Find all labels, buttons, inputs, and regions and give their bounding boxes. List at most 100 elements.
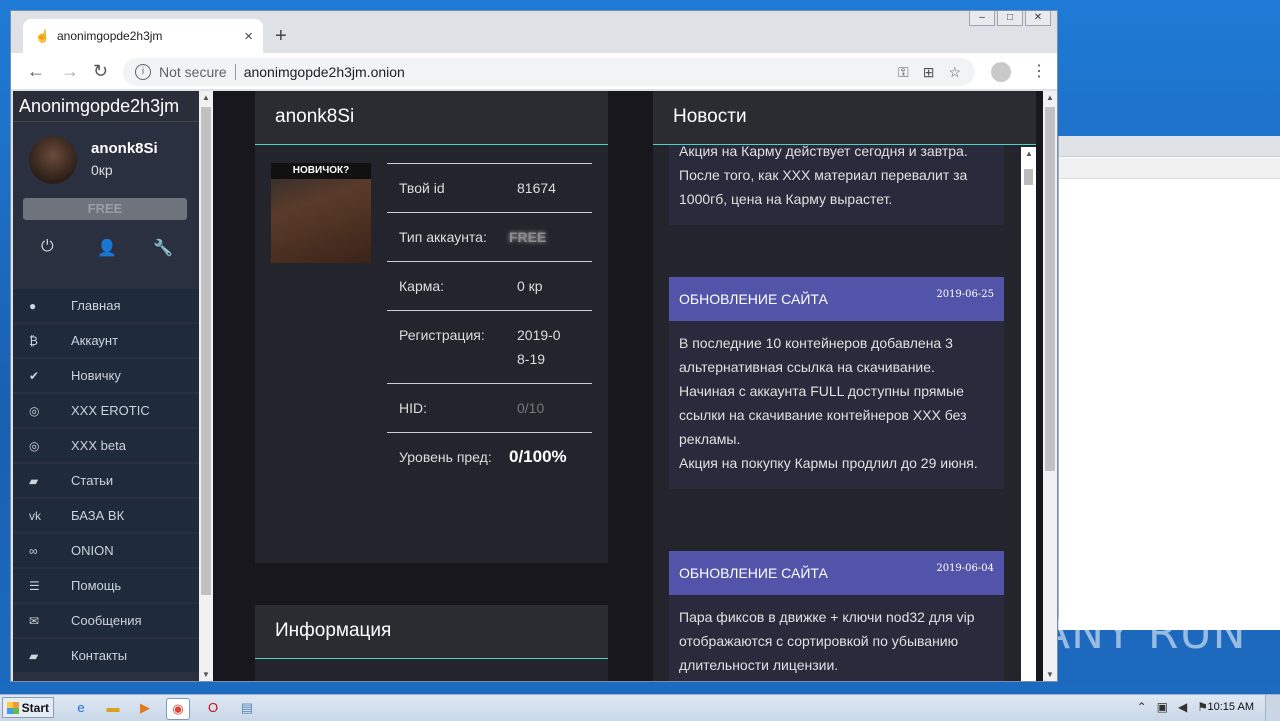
profile-info-table: Твой id 81674 Тип аккаунта: FREE Карма: 0 к… [387,163,592,481]
news-body: Пара фиксов в движке + ключи nod32 для v… [679,609,975,673]
sidebar-item-onion[interactable]: ∞ ONION [13,534,199,567]
news-date: 2019-06-25 [936,289,994,300]
profile-avatar-icon[interactable] [991,62,1011,82]
sidebar-item-articles[interactable]: ▰ Статьи [13,464,199,497]
info-key: Твой id [399,180,445,196]
info-value: 0 кр [517,278,543,294]
news-header: ОБНОВЛЕНИЕ САЙТА 2019-06-04 [669,551,1004,595]
page-viewport: Anonimgopde2h3jm anonk8Si 0кр FREE ⏻ 👤 🔧… [13,91,1045,681]
translate-icon[interactable]: ⊞ [923,64,935,81]
window-controls: – □ ✕ [969,11,1051,26]
profile-picture: НОВИЧОК? [271,163,371,263]
target-icon: ◎ [29,438,40,453]
notepad-icon[interactable]: ▤ [236,698,258,718]
scroll-up-icon[interactable]: ▲ [202,93,210,102]
info-value: 0/10 [517,400,545,416]
start-label: Start [21,701,49,715]
background-window-toolbar [1059,158,1280,179]
power-icon[interactable]: ⏻ [41,238,54,256]
sidebar-item-xxx-erotic[interactable]: ◎ XXX EROTIC [13,394,199,427]
site-name[interactable]: Anonimgopde2h3jm [13,91,199,122]
clock[interactable]: 10:15 AM [1208,701,1254,713]
menu-dots-icon[interactable]: ⋮ [1031,61,1047,81]
maximize-button[interactable]: □ [997,11,1023,26]
scroll-up-icon[interactable]: ▲ [1025,149,1033,158]
new-tab-button[interactable]: + [275,25,287,48]
flag-icon[interactable]: ⚑ [1197,700,1208,714]
url-text[interactable]: anonimgopde2h3jm.onion [244,64,898,80]
address-bar[interactable]: i Not secure anonimgopde2h3jm.onion ⚿ ⊞ … [123,58,975,86]
windows-logo-icon [7,702,19,714]
page-scrollbar[interactable]: ▲ ▼ [1043,91,1057,681]
user-icon[interactable]: 👤 [97,238,117,258]
browser-tab[interactable]: ☝ anonimgopde2h3jm × [23,19,263,53]
news-heading[interactable]: ОБНОВЛЕНИЕ САЙТА [679,565,828,581]
sidebar-item-messages[interactable]: ✉ Сообщения [13,604,199,637]
system-tray: ⌃ ▣ ◀ ⚑ [1137,700,1208,714]
wrench-icon[interactable]: 🔧 [153,238,173,258]
news-item: ОБНОВЛЕНИЕ САЙТА 2019-06-04 Пара фиксов … [669,551,1004,681]
scroll-down-icon[interactable]: ▼ [202,670,210,679]
sidebar-icon-row: ⏻ 👤 🔧 [13,222,199,282]
background-window-titlebar[interactable] [1059,136,1280,157]
news-scroll-thumb[interactable] [1024,169,1033,185]
address-separator [234,64,236,80]
sidebar-nav: ● Главная ₿ Аккаунт ✔ Новичку ◎ XXX EROTIC ◎… [13,289,199,674]
news-item: ОБНОВЛЕНИЕ САЙТА 2019-06-25 В последние … [669,277,1004,489]
network-icon[interactable]: ▣ [1157,700,1168,714]
sidebar-scroll-thumb[interactable] [201,107,211,595]
sidebar-item-label: Главная [71,298,121,313]
info-row-hid: HID: 0/10 [387,383,592,432]
watermark: ANY RUN [1040,608,1247,659]
key-icon[interactable]: ⚿ [898,64,909,81]
sidebar-item-xxx-beta[interactable]: ◎ XXX beta [13,429,199,462]
folder-icon[interactable]: ▬ [102,698,124,718]
show-desktop-button[interactable] [1265,695,1280,721]
volume-icon[interactable]: ◀ [1178,700,1187,714]
bookmark-star-icon[interactable]: ☆ [948,64,961,81]
sidebar-item-contacts[interactable]: ▰ Контакты [13,639,199,672]
back-arrow-icon[interactable]: ← [27,61,45,82]
minimize-button[interactable]: – [969,11,995,26]
scroll-down-icon[interactable]: ▼ [1046,670,1054,679]
sidebar-item-home[interactable]: ● Главная [13,289,199,322]
news-feed[interactable]: Акция на Карму действует сегодня и завтр… [653,145,1036,681]
sidebar-username: anonk8Si [91,140,158,157]
sidebar-item-newbie[interactable]: ✔ Новичку [13,359,199,392]
opera-icon[interactable]: O [202,698,224,718]
bitcoin-icon: ₿ [29,333,38,348]
chrome-icon[interactable]: ◉ [166,698,190,720]
sidebar-item-account[interactable]: ₿ Аккаунт [13,324,199,357]
taskbar: Start e ▬ ▶ ◉ O ▤ ⌃ ▣ ◀ ⚑ 10:15 AM [0,694,1280,721]
close-window-button[interactable]: ✕ [1025,11,1051,26]
security-label[interactable]: Not secure [159,64,227,80]
favicon-icon: ☝ [35,29,50,43]
media-player-icon[interactable]: ▶ [134,698,156,718]
info-value: 0/100% [509,447,567,466]
sidebar-item-vk-base[interactable]: vk БАЗА ВК [13,499,199,532]
ie-icon[interactable]: e [70,698,92,718]
info-icon[interactable]: i [135,64,151,80]
background-window[interactable] [1058,136,1280,630]
page-scroll-thumb[interactable] [1045,107,1055,471]
news-card: Новости Акция на Карму действует сегодня… [653,91,1036,681]
reload-icon[interactable]: ↻ [93,61,108,82]
sidebar-item-label: XXX beta [71,438,126,453]
envelope-icon: ✉ [29,613,40,628]
link-icon: ∞ [29,543,38,558]
info-row-account-type: Тип аккаунта: FREE [387,212,592,261]
info-row-id: Твой id 81674 [387,163,592,212]
start-button[interactable]: Start [2,697,54,718]
news-scrollbar[interactable]: ▲ [1021,147,1036,681]
info-key: Уровень пред: [399,449,492,465]
news-heading[interactable]: ОБНОВЛЕНИЕ САЙТА [679,291,828,307]
tab-close-button[interactable]: × [244,28,253,45]
scroll-up-icon[interactable]: ▲ [1046,93,1054,102]
tray-expand-icon[interactable]: ⌃ [1137,700,1147,714]
sidebar-scrollbar[interactable]: ▲ ▼ [199,91,213,681]
forward-arrow-icon[interactable]: → [61,61,79,82]
sidebar-item-help[interactable]: ☰ Помощь [13,569,199,602]
info-row-registration: Регистрация: 2019-08-19 [387,310,592,383]
news-date: 2019-06-04 [936,563,994,574]
tab-title: anonimgopde2h3jm [57,29,163,43]
